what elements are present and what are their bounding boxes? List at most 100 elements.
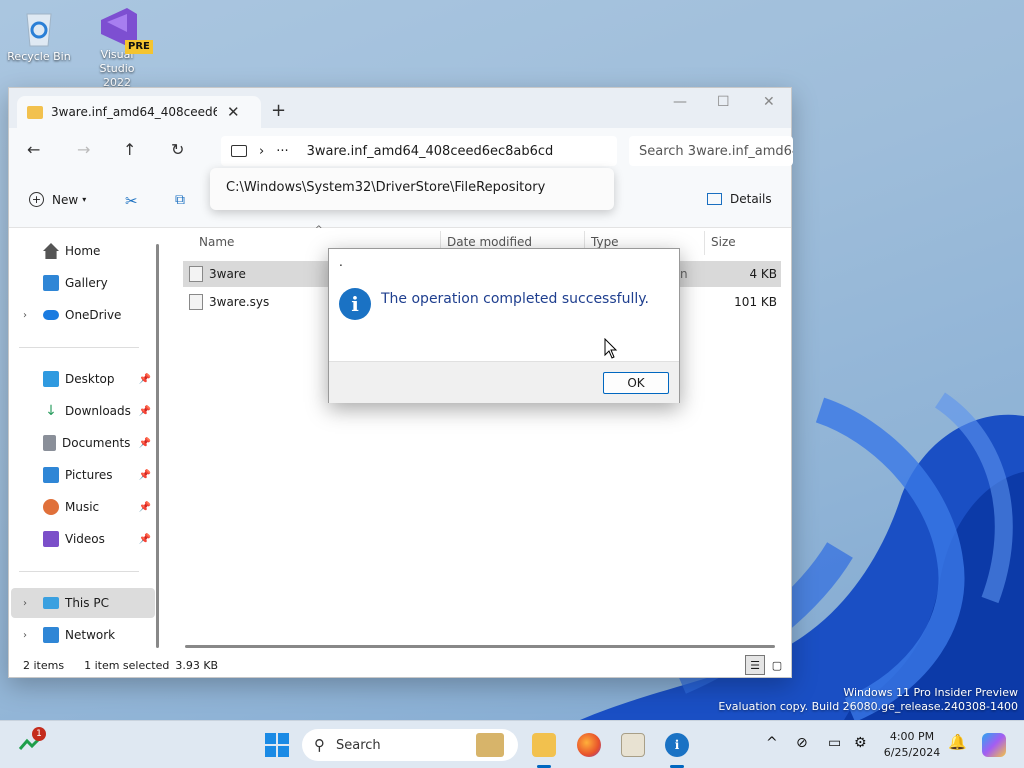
column-header-name[interactable]: Name: [199, 235, 234, 251]
sidebar-item-gallery[interactable]: Gallery: [11, 268, 155, 298]
pin-icon[interactable]: 📌: [139, 502, 151, 513]
column-header-size[interactable]: Size: [711, 235, 736, 251]
chevron-right-icon[interactable]: ›: [23, 630, 27, 641]
display-icon[interactable]: ▭: [828, 735, 841, 751]
windows-logo-pane: [265, 746, 276, 757]
watermark-line2: Evaluation copy. Build 26080.ge_release.…: [718, 700, 1018, 713]
file-list-scrollbar[interactable]: [185, 645, 775, 648]
ok-button[interactable]: OK: [603, 372, 669, 394]
copilot-icon[interactable]: [982, 733, 1006, 757]
item-count: 2 items: [23, 658, 65, 672]
up-icon[interactable]: ↑: [123, 140, 136, 159]
current-folder-crumb[interactable]: 3ware.inf_amd64_408ceed6ec8ab6cd: [307, 144, 554, 159]
videos-icon: [43, 531, 59, 547]
evaluation-watermark: Windows 11 Pro Insider Preview Evaluatio…: [718, 686, 1018, 714]
breadcrumb[interactable]: › ··· 3ware.inf_amd64_408ceed6ec8ab6cd: [221, 136, 617, 166]
sidebar-item-desktop[interactable]: Desktop 📌: [11, 364, 155, 394]
pin-icon[interactable]: 📌: [139, 406, 151, 417]
cut-icon[interactable]: ✂: [125, 192, 138, 210]
watermark-line1: Windows 11 Pro Insider Preview: [843, 686, 1018, 699]
clock-time: 4:00 PM: [889, 730, 935, 743]
pin-icon[interactable]: 📌: [139, 374, 151, 385]
sidebar-item-downloads[interactable]: ↓ Downloads 📌: [11, 396, 155, 426]
column-divider[interactable]: [704, 231, 705, 255]
clock[interactable]: 4:00 PM 6/25/2024: [878, 729, 946, 761]
search-highlight-icon: [476, 733, 504, 757]
show-hidden-icons[interactable]: ^: [766, 735, 778, 751]
network-disconnected-icon[interactable]: ⊘: [796, 735, 808, 751]
sidebar-item-documents[interactable]: Documents 📌: [11, 428, 155, 458]
forward-icon[interactable]: →: [77, 140, 90, 159]
info-app-taskbar-icon[interactable]: i: [665, 733, 689, 757]
close-window-icon[interactable]: ✕: [763, 94, 775, 110]
tab-label: 3ware.inf_amd64_408ceed6ec8ab6cd: [51, 105, 217, 119]
start-button[interactable]: [265, 733, 289, 757]
sidebar-item-label: This PC: [65, 596, 109, 610]
sidebar-item-home[interactable]: Home: [11, 236, 155, 266]
chevron-right-icon[interactable]: ›: [23, 310, 27, 321]
network-icon: [43, 627, 59, 643]
firefox-icon[interactable]: [577, 733, 601, 757]
refresh-icon[interactable]: ↻: [171, 140, 184, 159]
sidebar-item-label: Desktop: [65, 372, 115, 386]
sidebar-item-videos[interactable]: Videos 📌: [11, 524, 155, 554]
sidebar-item-pictures[interactable]: Pictures 📌: [11, 460, 155, 490]
details-pane-icon: [707, 193, 722, 205]
sidebar-item-label: Documents: [62, 436, 131, 450]
search-icon: ⚲: [314, 736, 325, 754]
file-size: 4 KB: [749, 267, 777, 281]
desktop-icon: [43, 371, 59, 387]
title-bar: 3ware.inf_amd64_408ceed6ec8ab6cd ✕ + — ☐…: [9, 88, 791, 128]
music-icon: [43, 499, 59, 515]
sidebar-item-onedrive[interactable]: › OneDrive: [11, 300, 155, 330]
mouse-cursor-icon: [604, 338, 618, 359]
details-button[interactable]: Details: [707, 192, 772, 206]
close-tab-icon[interactable]: ✕: [227, 103, 240, 121]
maximize-icon[interactable]: ☐: [717, 94, 730, 110]
this-pc-icon: [43, 597, 59, 609]
this-pc-icon[interactable]: [231, 145, 247, 157]
details-view-icon[interactable]: ☰: [745, 655, 765, 675]
accessibility-icon[interactable]: ⚙: [854, 735, 867, 751]
address-path-popup[interactable]: C:\Windows\System32\DriverStore\FileRepo…: [210, 168, 614, 210]
sidebar-item-network[interactable]: › Network: [11, 620, 155, 650]
navigation-pane: Home Gallery › OneDrive Desktop 📌 ↓ Down…: [9, 229, 157, 649]
recycle-bin-label: Recycle Bin: [7, 50, 71, 63]
tab-active[interactable]: 3ware.inf_amd64_408ceed6ec8ab6cd ✕: [17, 96, 261, 128]
file-type: n: [680, 267, 688, 281]
pin-icon[interactable]: 📌: [139, 438, 151, 449]
sidebar-item-music[interactable]: Music 📌: [11, 492, 155, 522]
message-dialog: . i The operation completed successfully…: [328, 248, 680, 403]
dialog-title: .: [339, 255, 343, 269]
divider: [19, 571, 139, 572]
sidebar-scrollbar[interactable]: [156, 244, 159, 648]
search-input[interactable]: Search 3ware.inf_amd64_408ceed6ec8ab6cd: [629, 136, 793, 166]
file-explorer-taskbar-icon[interactable]: [532, 733, 556, 757]
tiles-view-icon[interactable]: ▢: [767, 655, 787, 675]
pin-icon[interactable]: 📌: [139, 534, 151, 545]
new-tab-icon[interactable]: +: [271, 100, 286, 121]
taskbar-search-label: Search: [336, 737, 381, 753]
notepad-icon[interactable]: [621, 733, 645, 757]
back-icon[interactable]: ←: [27, 140, 40, 159]
windows-logo-icon: [265, 733, 276, 744]
sidebar-item-label: Pictures: [65, 468, 113, 482]
recycle-bin-desktop-icon[interactable]: Recycle Bin: [5, 8, 73, 64]
file-name: 3ware.sys: [209, 295, 270, 309]
minimize-icon[interactable]: —: [673, 94, 687, 110]
pin-icon[interactable]: 📌: [139, 470, 151, 481]
details-label: Details: [730, 192, 772, 206]
sidebar-item-this-pc[interactable]: › This PC: [11, 588, 155, 618]
notification-badge: 1: [32, 727, 46, 741]
widgets-button[interactable]: 1: [18, 727, 46, 757]
recycle-bin-icon: [19, 8, 59, 48]
taskbar-search-box[interactable]: ⚲ Search: [302, 729, 518, 761]
status-bar: 2 items 1 item selected 3.93 KB ☰ ▢: [9, 653, 791, 677]
notifications-bell-icon[interactable]: 🔔: [948, 733, 967, 751]
overflow-crumb[interactable]: ···: [276, 144, 288, 159]
copy-icon[interactable]: ⧉: [175, 192, 185, 208]
taskbar: 1 ⚲ Search i ^ ⊘ ▭ ⚙ 4:00 PM 6/25/2024 🔔: [0, 720, 1024, 768]
new-button[interactable]: + New ▾: [29, 192, 86, 207]
visual-studio-icon: PRE: [97, 6, 153, 54]
chevron-right-icon[interactable]: ›: [23, 598, 27, 609]
